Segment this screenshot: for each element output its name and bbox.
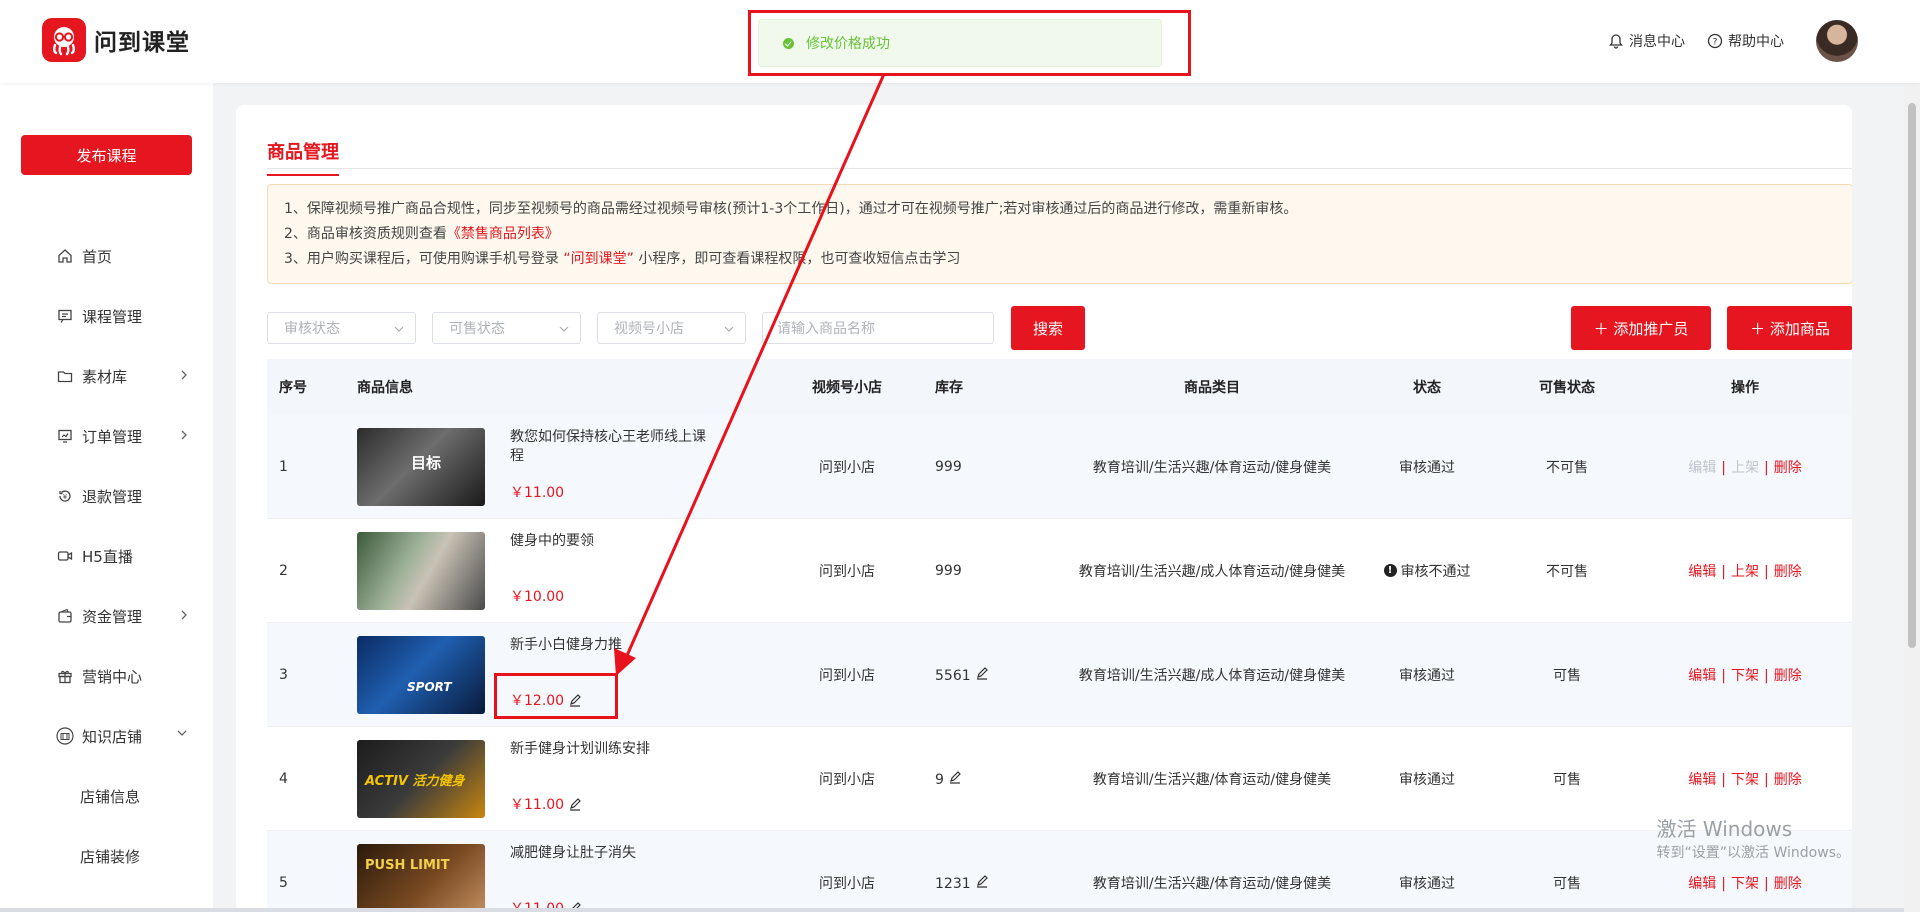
annotation-arrow xyxy=(614,73,886,676)
